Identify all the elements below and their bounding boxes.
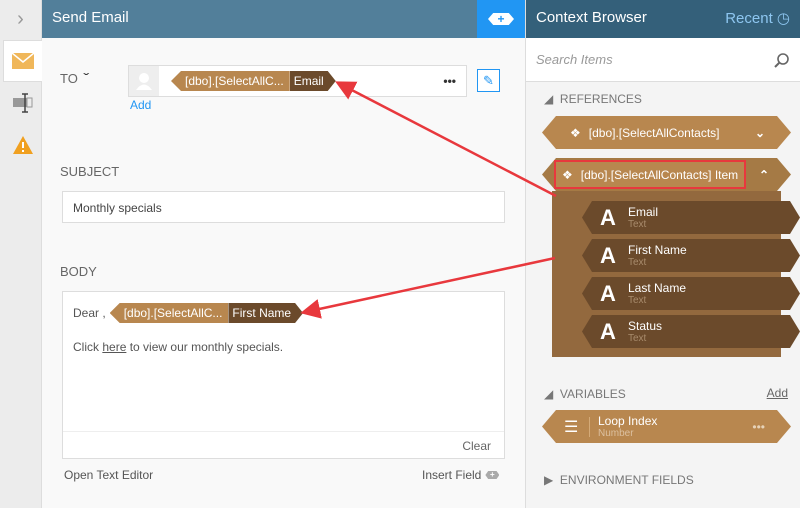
add-recipient-link[interactable]: Add xyxy=(130,98,151,112)
email-tab[interactable] xyxy=(3,40,42,82)
field-status[interactable]: A Status Text xyxy=(582,315,800,348)
clear-button[interactable]: Clear xyxy=(462,439,491,453)
clock-icon: ◷ xyxy=(776,10,790,27)
reference-icon: ❖ xyxy=(562,167,573,182)
text-type-icon: A xyxy=(600,204,616,230)
to-dropdown-chevron-icon[interactable]: ˇ xyxy=(83,70,89,86)
text-type-icon: A xyxy=(600,280,616,306)
chevron-down-icon[interactable]: ⌄ xyxy=(755,126,765,140)
tag-field: First Name xyxy=(228,303,303,323)
body-editor[interactable]: Dear , [dbo].[SelectAllC... First Name Cl… xyxy=(62,291,505,459)
context-browser-title: Context Browser xyxy=(536,9,647,26)
variable-type: Number xyxy=(598,428,634,439)
tag-source: [dbo].[SelectAllC... xyxy=(171,71,290,91)
reference-icon: ❖ xyxy=(570,125,581,140)
field-last-name[interactable]: A Last Name Text xyxy=(582,277,800,310)
variables-section-header[interactable]: ◢ VARIABLES xyxy=(526,387,626,401)
insert-field-button[interactable]: Insert Field + xyxy=(422,468,500,482)
environment-fields-section-header[interactable]: ▶ ENVIRONMENT FIELDS xyxy=(526,473,694,487)
item-fields-list: A Email Text A First Name Text A Last Name Tex… xyxy=(552,191,781,357)
greeting-text: Dear , xyxy=(73,306,106,320)
email-field-tag[interactable]: [dbo].[SelectAllC... Email xyxy=(171,71,336,91)
first-name-field-tag[interactable]: [dbo].[SelectAllC... First Name xyxy=(109,303,303,323)
subject-input[interactable]: Monthly specials xyxy=(62,191,505,223)
field-type: Text xyxy=(628,218,647,230)
warning-icon xyxy=(12,136,33,154)
tag-source: [dbo].[SelectAllC... xyxy=(109,303,229,323)
here-link[interactable]: here xyxy=(102,340,126,354)
open-text-editor-link[interactable]: Open Text Editor xyxy=(64,468,153,482)
field-type: Text xyxy=(628,332,647,344)
field-type: Text xyxy=(628,256,647,268)
more-options-button[interactable]: ••• xyxy=(443,74,456,88)
text-field-icon xyxy=(12,93,32,113)
numbered-list-icon: ☰ xyxy=(564,417,590,437)
pencil-icon: ✎ xyxy=(483,72,494,88)
text-type-icon: A xyxy=(600,242,616,268)
chevron-up-icon[interactable]: ⌃ xyxy=(759,168,769,182)
text-type-icon: A xyxy=(600,318,616,344)
reference-label: [dbo].[SelectAllContacts] Item xyxy=(580,167,739,182)
references-label: REFERENCES xyxy=(559,92,642,106)
body-label: BODY xyxy=(60,264,97,279)
field-name: Email xyxy=(628,204,659,219)
tag-field: Email xyxy=(290,71,336,91)
recent-label: Recent xyxy=(725,10,773,27)
search-placeholder: Search Items xyxy=(536,52,613,67)
email-form: TO ˇ [dbo].[SelectAllC... Email ••• ✎ Add… xyxy=(42,38,525,508)
variables-label: VARIABLES xyxy=(559,387,626,401)
environment-fields-label: ENVIRONMENT FIELDS xyxy=(559,473,694,487)
variable-name: Loop Index xyxy=(598,414,658,428)
search-icon[interactable] xyxy=(774,52,790,68)
envelope-icon xyxy=(12,53,34,69)
reference-select-all-contacts[interactable]: ❖ [dbo].[SelectAllContacts] ⌄ xyxy=(542,116,791,149)
body-text: Click xyxy=(73,340,99,354)
field-name: First Name xyxy=(628,242,687,257)
to-label: TO xyxy=(60,71,78,86)
user-avatar-icon xyxy=(129,66,159,96)
plus-icon: + xyxy=(485,471,500,479)
warnings-tab[interactable] xyxy=(3,124,42,166)
panel-title: Send Email xyxy=(42,0,525,38)
context-browser: Context Browser Recent ◷ Search Items ◢ R… xyxy=(525,0,800,508)
more-options-button[interactable]: ••• xyxy=(752,420,765,434)
expand-chevron-icon[interactable]: › xyxy=(0,0,41,38)
body-text: to view our monthly specials. xyxy=(129,340,284,354)
side-strip: › xyxy=(0,0,42,508)
insert-field-label: Insert Field xyxy=(422,468,482,482)
form-tab[interactable] xyxy=(3,82,42,124)
add-action-button[interactable]: + xyxy=(477,0,525,38)
add-variable-link[interactable]: Add xyxy=(767,386,788,400)
plus-icon: + xyxy=(488,13,514,25)
reference-select-all-contacts-item[interactable]: ❖ [dbo].[SelectAllContacts] Item ⌃ xyxy=(542,158,791,191)
recent-button[interactable]: Recent ◷ xyxy=(725,9,790,29)
field-type: Text xyxy=(628,294,647,306)
field-name: Status xyxy=(628,318,663,333)
field-first-name[interactable]: A First Name Text xyxy=(582,239,800,272)
field-name: Last Name xyxy=(628,280,687,295)
field-email[interactable]: A Email Text xyxy=(582,201,800,234)
subject-label: SUBJECT xyxy=(60,164,120,179)
edit-pencil-button[interactable]: ✎ xyxy=(477,69,500,92)
reference-label: [dbo].[SelectAllContacts] xyxy=(588,125,720,140)
search-input[interactable]: Search Items xyxy=(526,38,800,82)
to-recipient-field[interactable]: [dbo].[SelectAllC... Email ••• xyxy=(128,65,467,97)
variable-loop-index[interactable]: ☰ Loop Index Number ••• xyxy=(542,410,791,443)
references-section-header[interactable]: ◢ REFERENCES xyxy=(526,92,642,106)
